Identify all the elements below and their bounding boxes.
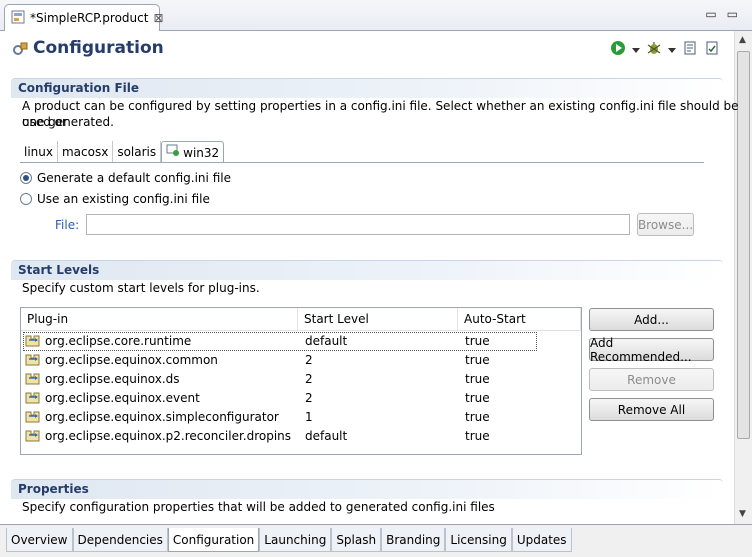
table-row[interactable]: org.eclipse.equinox.common 2 true [21,351,581,370]
section-title: Properties [18,482,89,496]
chevron-down-icon[interactable] [632,43,640,57]
table-row[interactable]: org.eclipse.core.runtime default true [21,332,581,351]
tab-splash[interactable]: Splash [331,528,382,552]
config-file-section-header[interactable]: Configuration File [11,78,723,98]
add-recommended-button[interactable]: Add Recommended... [589,336,714,364]
remove-button[interactable]: Remove [589,368,714,391]
auto-start-cell[interactable]: true [465,332,490,351]
form-header: Configuration [0,32,734,70]
tab-overview[interactable]: Overview [6,528,73,552]
plugin-name-cell: org.eclipse.equinox.simpleconfigurator [45,410,279,424]
plugin-icon [25,334,41,351]
configuration-icon [12,41,28,60]
table-row[interactable]: org.eclipse.equinox.ds 2 true [21,370,581,389]
radio-button[interactable] [20,193,32,205]
tab-macosx[interactable]: macosx [58,141,114,163]
plugin-name-cell: org.eclipse.core.runtime [45,334,192,348]
section-description: one generated. [22,115,114,129]
section-title: Configuration File [18,81,140,95]
auto-start-cell[interactable]: true [465,389,490,408]
radio-label: Use an existing config.ini file [37,192,210,206]
auto-start-cell[interactable]: true [465,370,490,389]
table-row[interactable]: org.eclipse.equinox.event 2 true [21,389,581,408]
start-level-cell[interactable]: 1 [305,408,313,427]
column-header-plugin[interactable]: Plug-in [21,308,298,331]
browse-button[interactable]: Browse... [637,213,694,236]
tab-dependencies[interactable]: Dependencies [72,528,168,552]
close-icon[interactable]: ⊠ [153,11,163,25]
generate-config-radio[interactable]: Generate a default config.ini file [20,171,231,185]
maximize-button[interactable]: ▭ [727,7,738,21]
section-title: Start Levels [18,263,100,277]
auto-start-cell[interactable]: true [465,408,490,427]
plugin-icon [25,353,41,370]
radio-label: Generate a default config.ini file [37,171,231,185]
help-icon[interactable] [704,40,720,59]
section-description: Specify custom start levels for plug-ins… [22,281,260,295]
product-file-icon [11,10,25,27]
editor-tab-strip: *SimpleRCP.product ⊠ ▭ ▭ [0,0,752,31]
plugin-name-cell: org.eclipse.equinox.event [45,391,200,405]
tab-win32-label: win32 [183,145,220,160]
plugin-icon [25,410,41,427]
run-icon[interactable] [610,40,626,59]
column-header-auto-start[interactable]: Auto-Start [458,308,581,331]
chevron-down-icon[interactable] [668,43,676,57]
scroll-down-icon[interactable]: ▼ [739,509,746,519]
tab-solaris[interactable]: solaris [113,141,162,163]
os-tab-folder: linux macosx solaris win32 [20,141,225,164]
start-level-cell[interactable]: 2 [305,389,313,408]
editor-tab[interactable]: *SimpleRCP.product ⊠ [4,4,164,31]
start-levels-table[interactable]: Plug-in Start Level Auto-Start org.eclip… [20,307,582,455]
debug-icon[interactable] [646,40,662,59]
auto-start-cell[interactable]: true [465,427,490,446]
section-description: Specify configuration properties that wi… [22,500,495,514]
file-label: File: [55,218,80,232]
windows-icon [166,142,180,164]
properties-section-header[interactable]: Properties [11,479,723,499]
table-row[interactable]: org.eclipse.equinox.simpleconfigurator 1 t… [21,408,581,427]
page-title: Configuration [33,38,164,58]
table-header: Plug-in Start Level Auto-Start [21,308,581,331]
editor-tab-title: *SimpleRCP.product [30,11,149,25]
start-level-cell[interactable]: default [305,427,347,446]
plugin-icon [25,391,41,408]
minimize-button[interactable]: ▭ [705,7,716,21]
tab-win32[interactable]: win32 [161,141,225,164]
editor-page-tabs: Overview Dependencies Configuration Launchi… [0,524,752,557]
tab-updates[interactable]: Updates [511,528,572,552]
existing-config-radio[interactable]: Use an existing config.ini file [20,192,210,206]
remove-all-button[interactable]: Remove All [589,398,714,421]
start-level-cell[interactable]: 2 [305,370,313,389]
file-path-input[interactable] [86,214,630,235]
plugin-name-cell: org.eclipse.equinox.p2.reconciler.dropin… [45,429,292,443]
tab-branding[interactable]: Branding [381,528,446,552]
start-levels-section-header[interactable]: Start Levels [11,260,723,280]
tab-linux[interactable]: linux [20,141,58,163]
plugin-name-cell: org.eclipse.equinox.common [45,353,218,367]
table-row[interactable]: org.eclipse.equinox.p2.reconciler.dropin… [21,427,581,446]
tab-licensing[interactable]: Licensing [445,528,512,552]
radio-button-selected[interactable] [20,172,32,184]
plugin-icon [25,372,41,389]
section-description: A product can be configured by setting p… [22,99,739,129]
tab-launching[interactable]: Launching [259,528,332,552]
column-header-start-level[interactable]: Start Level [298,308,458,331]
auto-start-cell[interactable]: true [465,351,490,370]
plugin-name-cell: org.eclipse.equinox.ds [45,372,180,386]
scroll-up-icon[interactable]: ▲ [739,35,746,45]
tab-divider [20,162,704,163]
start-level-cell[interactable]: default [305,332,347,351]
plugin-icon [25,429,41,446]
add-button[interactable]: Add... [589,308,714,331]
start-level-cell[interactable]: 2 [305,351,313,370]
tab-configuration[interactable]: Configuration [167,528,260,552]
export-icon[interactable] [682,40,698,59]
